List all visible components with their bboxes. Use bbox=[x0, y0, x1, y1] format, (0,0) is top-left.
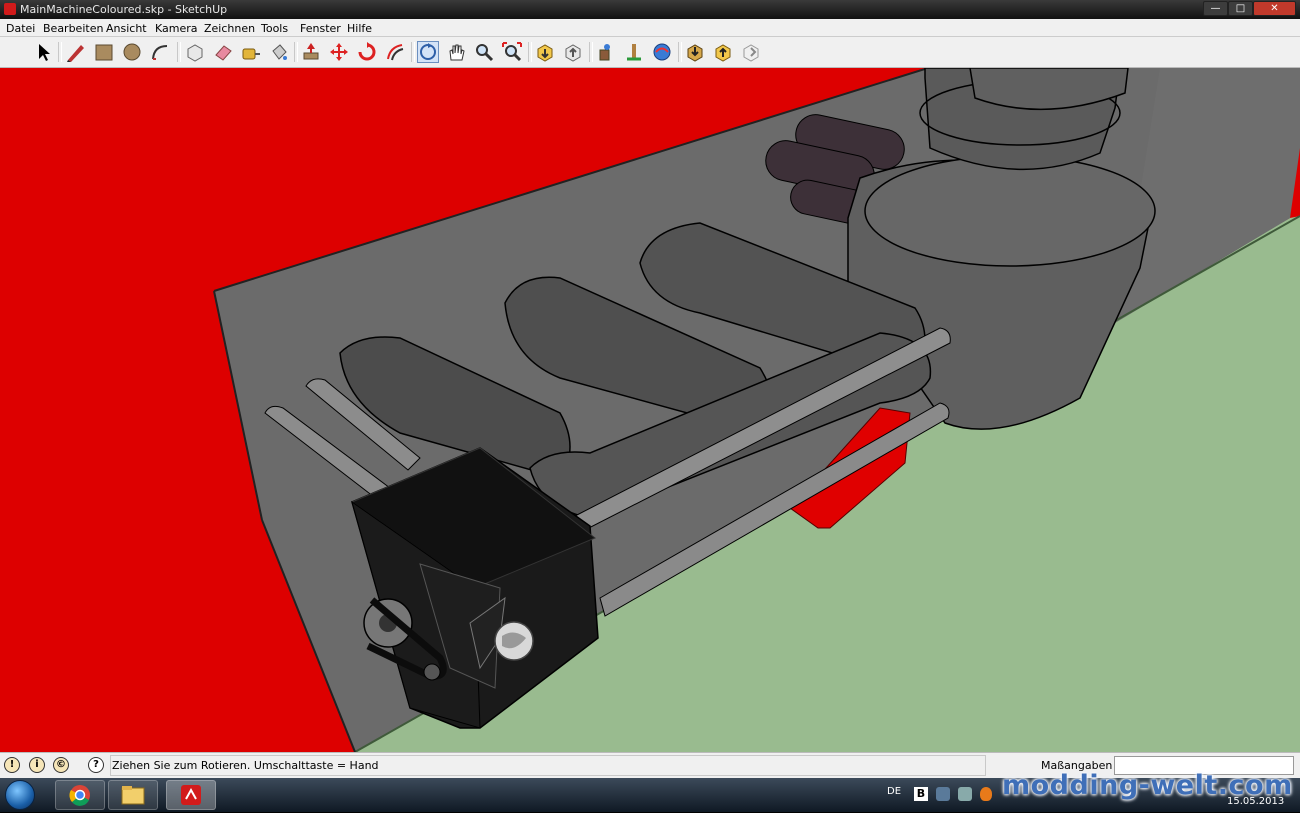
toolbar-separator bbox=[528, 42, 532, 62]
sketchup-app-icon bbox=[4, 3, 16, 15]
rotate-icon[interactable] bbox=[356, 41, 378, 63]
orbit-icon[interactable] bbox=[417, 41, 439, 63]
menu-datei[interactable]: Datei bbox=[6, 22, 35, 35]
tray-app-icon[interactable] bbox=[958, 787, 972, 801]
tray-language[interactable]: DE bbox=[887, 786, 901, 797]
tray-app-icon[interactable] bbox=[936, 787, 950, 801]
paint-bucket-icon[interactable] bbox=[268, 41, 290, 63]
menu-kamera[interactable]: Kamera bbox=[155, 22, 198, 35]
watermark-text: modding-welt.com bbox=[1002, 770, 1293, 801]
menu-bearbeiten[interactable]: Bearbeiten bbox=[43, 22, 103, 35]
toolbar-separator bbox=[58, 42, 62, 62]
circle-icon[interactable] bbox=[121, 41, 143, 63]
toolbar-separator bbox=[411, 42, 415, 62]
eraser-icon[interactable] bbox=[212, 41, 234, 63]
arc-icon[interactable] bbox=[149, 41, 171, 63]
menu-zeichnen[interactable]: Zeichnen bbox=[204, 22, 255, 35]
title-bar: MainMachineColoured.skp - SketchUp — □ ✕ bbox=[0, 0, 1300, 19]
toolbar bbox=[0, 37, 1300, 68]
toolbar-separator bbox=[589, 42, 593, 62]
status-hint-text: Ziehen Sie zum Rotieren. Umschalttaste =… bbox=[112, 759, 379, 772]
close-button[interactable]: ✕ bbox=[1253, 1, 1296, 16]
help-icon[interactable]: ? bbox=[88, 757, 104, 773]
tray-app-icon[interactable] bbox=[980, 787, 992, 801]
menu-ansicht[interactable]: Ansicht bbox=[106, 22, 147, 35]
geo-location-status-icon[interactable]: ! bbox=[4, 757, 20, 773]
get-models-icon[interactable] bbox=[534, 41, 556, 63]
tape-measure-icon[interactable] bbox=[240, 41, 262, 63]
protractor-icon[interactable] bbox=[712, 41, 734, 63]
make-component-icon[interactable] bbox=[184, 41, 206, 63]
tower-base-top bbox=[864, 155, 1156, 267]
window-title: MainMachineColoured.skp - SketchUp bbox=[20, 3, 228, 16]
push-pull-icon[interactable] bbox=[300, 41, 322, 63]
sketchup-task-icon[interactable] bbox=[166, 780, 216, 810]
menu-bar: Datei Bearbeiten Ansicht Kamera Zeichnen… bbox=[0, 19, 1300, 37]
tray-app-icon[interactable]: B bbox=[914, 787, 928, 801]
zoom-extents-icon[interactable] bbox=[501, 41, 523, 63]
pan-icon[interactable] bbox=[445, 41, 467, 63]
credits-status-icon[interactable]: i bbox=[29, 757, 45, 773]
menu-hilfe[interactable]: Hilfe bbox=[347, 22, 372, 35]
select-icon[interactable] bbox=[32, 41, 54, 63]
copyright-status-icon[interactable]: © bbox=[53, 757, 69, 773]
toolbar-separator bbox=[678, 42, 682, 62]
model-viewport[interactable] bbox=[0, 68, 1300, 752]
maximize-button[interactable]: □ bbox=[1228, 1, 1253, 16]
follow-me-icon[interactable] bbox=[651, 41, 673, 63]
start-button[interactable] bbox=[5, 780, 35, 810]
menu-tools[interactable]: Tools bbox=[261, 22, 288, 35]
explorer-task-icon[interactable] bbox=[108, 780, 158, 810]
scene-canvas[interactable] bbox=[0, 68, 1300, 752]
dimension-icon[interactable] bbox=[623, 41, 645, 63]
minimize-button[interactable]: — bbox=[1203, 1, 1228, 16]
pencil-icon[interactable] bbox=[65, 41, 87, 63]
zoom-icon[interactable] bbox=[473, 41, 495, 63]
share-component-icon[interactable] bbox=[595, 41, 617, 63]
chrome-task-icon[interactable] bbox=[55, 780, 105, 810]
toolbar-separator bbox=[177, 42, 181, 62]
share-model-icon[interactable] bbox=[562, 41, 584, 63]
rectangle-icon[interactable] bbox=[93, 41, 115, 63]
toolbar-separator bbox=[294, 42, 298, 62]
geo-location-icon[interactable] bbox=[684, 41, 706, 63]
move-icon[interactable] bbox=[328, 41, 350, 63]
small-pulley bbox=[423, 663, 441, 681]
menu-fenster[interactable]: Fenster bbox=[300, 22, 341, 35]
offset-icon[interactable] bbox=[384, 41, 406, 63]
axes-icon[interactable] bbox=[740, 41, 762, 63]
